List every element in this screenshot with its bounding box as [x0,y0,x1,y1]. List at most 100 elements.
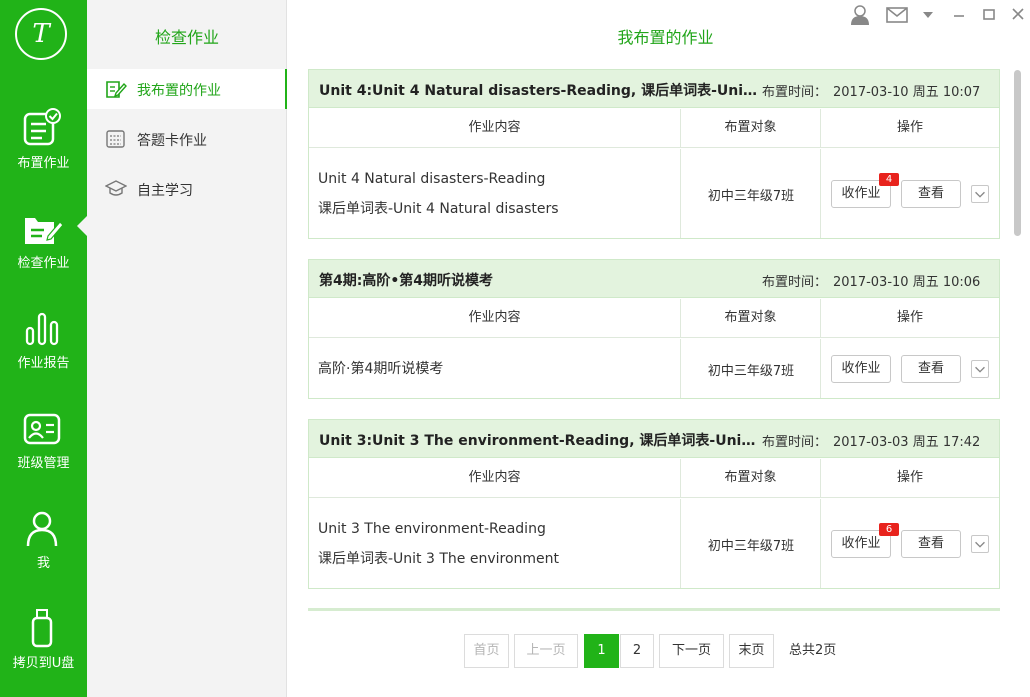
pagination: 首页 上一页 1 2 下一页 末页 总共2页 [0,634,1030,668]
chevron-down-icon[interactable] [971,360,989,378]
content-item: 课后单词表-Unit 4 Natural disasters [318,201,559,217]
target-class: 初中三年级7班 [707,539,795,554]
nav-item-label: 作业报告 [17,356,70,371]
column-header-target: 布置对象 [681,299,821,337]
assign-homework-icon [23,108,61,146]
assignment-title[interactable]: Unit 3:Unit 3 The environment-Reading, 课… [319,430,759,450]
app-logo: T [15,8,67,60]
sidebar-item-self-study[interactable]: 自主学习 [87,169,287,209]
app-window: T 布置作业 检查作业 作业报告 班级管理 我 拷贝到U盘 检查作业 我布置的作… [0,0,1030,697]
nav-item-label: 我 [36,556,50,571]
target-cell: 初中三年级7班 [681,499,821,588]
assignment-title[interactable]: 第4期:高阶•第4期听说模考 [319,270,759,290]
assignment-time: 布置时间： 2017-03-10 周五 10:06 [762,275,981,290]
collect-homework-button[interactable]: 收作业 4 [831,173,899,208]
target-class: 初中三年级7班 [707,364,795,379]
sub-sidebar: 检查作业 我布置的作业 答题卡作业 自主学习 [87,0,287,697]
table-row: Unit 3 The environment-Reading 课后单词表-Uni… [309,499,999,588]
sidebar-item-label: 我布置的作业 [137,83,221,99]
content-cell: Unit 4 Natural disasters-Reading 课后单词表-U… [309,149,681,238]
table-header-row: 作业内容 布置对象 操作 [309,299,999,338]
check-homework-icon [25,218,62,244]
view-button[interactable]: 查看 [901,530,961,558]
action-cell: 收作业 查看 [821,339,999,398]
nav-item-label: 布置作业 [17,156,70,171]
last-page-button[interactable]: 末页 [729,634,774,668]
close-icon[interactable] [1010,4,1026,26]
column-header-action: 操作 [896,120,923,135]
graduation-cap-icon [105,180,127,196]
assignment-card-header: 第4期:高阶•第4期听说模考 布置时间： 2017-03-10 周五 10:06 [309,260,999,298]
next-card-edge [308,608,1000,611]
nav-item-label: 班级管理 [17,456,70,471]
sidebar-item-label: 答题卡作业 [137,133,207,149]
user-avatar-icon[interactable] [849,4,871,26]
sidebar-item-my-assignments[interactable]: 我布置的作业 [87,69,287,109]
nav-item-assign[interactable]: 布置作业 [0,100,87,200]
dropdown-arrow-icon[interactable] [920,4,936,26]
content-cell: Unit 3 The environment-Reading 课后单词表-Uni… [309,499,681,588]
prev-page-button[interactable]: 上一页 [514,634,578,668]
sidebar-item-label: 自主学习 [137,183,193,199]
column-header-target: 布置对象 [681,459,821,497]
content-item: Unit 3 The environment-Reading [318,521,546,537]
minimize-icon[interactable] [951,4,967,26]
user-icon [26,511,58,547]
page-number-button[interactable]: 2 [620,634,654,668]
target-cell: 初中三年级7班 [681,339,821,398]
column-header-action: 操作 [896,310,923,325]
nav-item-me[interactable]: 我 [0,500,87,600]
nav-item-check[interactable]: 检查作业 [0,200,87,300]
action-cell: 收作业 6 查看 [821,499,999,588]
main-nav-rail: T 布置作业 检查作业 作业报告 班级管理 我 拷贝到U盘 [0,0,87,697]
column-header-content: 作业内容 [309,299,681,337]
mail-icon[interactable] [885,4,909,26]
table-row: 高阶·第4期听说模考 初中三年级7班 收作业 查看 [309,339,999,398]
assignment-card: Unit 3:Unit 3 The environment-Reading, 课… [308,419,1000,589]
assignment-card: Unit 4:Unit 4 Natural disasters-Reading,… [308,69,1000,239]
assignment-time: 布置时间： 2017-03-10 周五 10:07 [762,85,981,100]
answer-sheet-icon [106,130,125,148]
total-pages: 总共2页 [789,643,837,658]
content-cell: 高阶·第4期听说模考 [309,339,681,398]
column-header-content: 作业内容 [309,459,681,497]
contact-card-icon [23,413,61,445]
view-button[interactable]: 查看 [901,355,961,383]
maximize-icon[interactable] [981,4,997,26]
collect-homework-button[interactable]: 收作业 [831,355,891,383]
collect-homework-button[interactable]: 收作业 6 [831,523,899,558]
sub-sidebar-title: 检查作业 [154,28,219,47]
page-number-button[interactable]: 1 [584,634,619,668]
table-row: Unit 4 Natural disasters-Reading 课后单词表-U… [309,149,999,238]
column-header-content: 作业内容 [309,109,681,147]
scrollbar-thumb[interactable] [1014,70,1021,236]
content-item: 高阶·第4期听说模考 [318,361,444,377]
pending-count-badge: 6 [879,523,899,536]
assignment-card-header: Unit 3:Unit 3 The environment-Reading, 课… [309,420,999,458]
assignment-time: 布置时间： 2017-03-03 周五 17:42 [762,435,981,450]
bar-chart-icon [25,312,59,346]
assignment-title[interactable]: Unit 4:Unit 4 Natural disasters-Reading,… [319,80,759,100]
column-header-action: 操作 [896,470,923,485]
view-button[interactable]: 查看 [901,180,961,208]
pending-count-badge: 4 [879,173,899,186]
nav-item-label: 检查作业 [17,256,70,271]
chevron-down-icon[interactable] [971,185,989,203]
sidebar-item-answer-sheet[interactable]: 答题卡作业 [87,119,287,159]
target-class: 初中三年级7班 [707,189,795,204]
content-item: 课后单词表-Unit 3 The environment [318,551,560,567]
chevron-down-icon[interactable] [971,535,989,553]
assignment-card-header: Unit 4:Unit 4 Natural disasters-Reading,… [309,70,999,108]
table-header-row: 作业内容 布置对象 操作 [309,459,999,498]
assignment-card: 第4期:高阶•第4期听说模考 布置时间： 2017-03-10 周五 10:06 … [308,259,1000,399]
first-page-button[interactable]: 首页 [464,634,509,668]
nav-item-class[interactable]: 班级管理 [0,400,87,500]
nav-item-report[interactable]: 作业报告 [0,300,87,400]
column-header-target: 布置对象 [681,109,821,147]
table-header-row: 作业内容 布置对象 操作 [309,109,999,148]
edit-document-icon [106,81,127,98]
target-cell: 初中三年级7班 [681,149,821,238]
page-title: 我布置的作业 [617,28,714,47]
next-page-button[interactable]: 下一页 [659,634,724,668]
action-cell: 收作业 4 查看 [821,149,999,238]
